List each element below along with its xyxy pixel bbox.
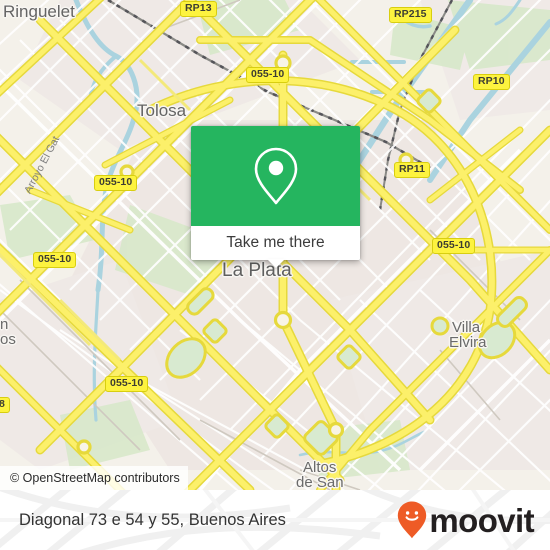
location-popup-card[interactable]: Take me there: [191, 126, 360, 268]
take-me-there-button[interactable]: Take me there: [191, 226, 360, 260]
moovit-map-screenshot: Ringuelet Tolosa La Plata Villa Elvira A…: [0, 0, 550, 550]
map-canvas[interactable]: Ringuelet Tolosa La Plata Villa Elvira A…: [0, 0, 550, 490]
footer-bar: Diagonal 73 e 54 y 55, Buenos Aires moov…: [0, 490, 550, 550]
osm-attribution-text: © OpenStreetMap contributors: [10, 471, 180, 485]
map-pin-icon: [254, 147, 297, 205]
card-pointer-tail: [266, 259, 285, 268]
take-me-there-label: Take me there: [226, 234, 325, 251]
moovit-logo: moovit: [397, 501, 535, 539]
moovit-smile-pin-icon: [398, 501, 427, 539]
moovit-wordmark: moovit: [429, 501, 534, 539]
card-marker-area: [191, 126, 360, 226]
address-text: Diagonal 73 e 54 y 55, Buenos Aires: [19, 510, 286, 529]
osm-attribution: © OpenStreetMap contributors: [0, 466, 188, 490]
